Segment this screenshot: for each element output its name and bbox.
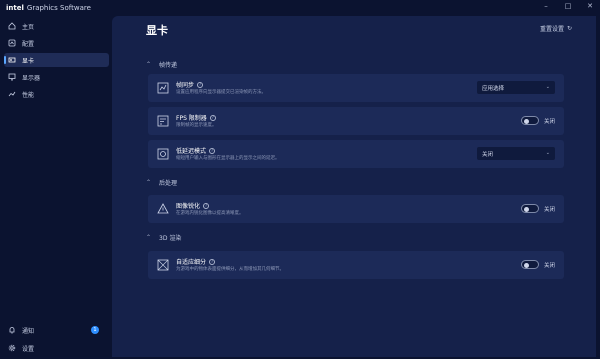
setting-card-frame-sync: 帧同步? 设置应用程序向显示器提交已渲染帧的方法。 应用选择 ⌄ bbox=[148, 74, 564, 102]
frame-sync-select[interactable]: 应用选择 ⌄ bbox=[477, 81, 555, 94]
chevron-up-icon: ⌃ bbox=[146, 179, 152, 186]
setting-description: 限制帧的显示速度。 bbox=[176, 123, 217, 128]
tessellation-icon bbox=[157, 259, 169, 271]
sidebar-item-label: 设置 bbox=[22, 345, 35, 353]
toggle-state-label: 关闭 bbox=[543, 206, 555, 213]
sidebar-item-label: 显示器 bbox=[22, 74, 41, 82]
select-value: 应用选择 bbox=[482, 85, 505, 92]
help-icon[interactable]: ? bbox=[197, 81, 204, 88]
app-brand: intel bbox=[6, 4, 24, 12]
sidebar-item-label: 显卡 bbox=[22, 57, 35, 65]
home-icon bbox=[8, 22, 16, 30]
chart-icon bbox=[8, 90, 16, 98]
title-bar: intel Graphics Software – □ ✕ bbox=[0, 0, 600, 16]
toggle-state-label: 关闭 bbox=[543, 118, 555, 125]
minimize-button[interactable]: – bbox=[540, 2, 552, 10]
setting-title: 低延迟模式 bbox=[176, 148, 207, 155]
sidebar-item-label: 配置 bbox=[22, 40, 35, 48]
sharpening-icon bbox=[157, 203, 169, 215]
fps-limiter-icon bbox=[157, 115, 169, 127]
sidebar: 主页 配置 显卡 显示器 性能 通知 1 设置 bbox=[0, 16, 112, 359]
gpu-icon bbox=[8, 56, 16, 64]
notification-badge: 1 bbox=[91, 326, 99, 334]
sidebar-item-label: 主页 bbox=[22, 23, 35, 31]
gear-icon bbox=[8, 344, 16, 352]
low-latency-icon bbox=[157, 148, 169, 160]
sidebar-item-settings[interactable]: 设置 bbox=[4, 341, 109, 355]
low-latency-select[interactable]: 关闭 ⌄ bbox=[477, 147, 555, 160]
image-sharpening-toggle[interactable] bbox=[520, 204, 539, 213]
frame-sync-icon bbox=[157, 82, 169, 94]
sidebar-item-label: 性能 bbox=[22, 91, 35, 99]
main-panel: 显卡 重置设置 ↻ ⌃ 帧传递 帧同步? 设置应用程序向显示器提交已渲染帧的方法… bbox=[112, 16, 596, 357]
help-icon[interactable]: ? bbox=[209, 114, 216, 121]
sidebar-item-graphics[interactable]: 显卡 bbox=[4, 53, 109, 67]
setting-card-fps-limiter: FPS 限制器? 限制帧的显示速度。 关闭 bbox=[148, 107, 564, 135]
setting-card-low-latency: 低延迟模式? 缩短用户输入与图形在显示器上的显示之间的延迟。 关闭 ⌄ bbox=[148, 140, 564, 168]
adaptive-tessellation-toggle-group: 关闭 bbox=[520, 260, 555, 269]
window-controls: – □ ✕ bbox=[540, 2, 596, 10]
help-icon[interactable]: ? bbox=[209, 258, 216, 265]
sidebar-item-home[interactable]: 主页 bbox=[4, 19, 109, 33]
close-button[interactable]: ✕ bbox=[584, 2, 596, 10]
chevron-up-icon: ⌃ bbox=[146, 234, 152, 241]
fps-limiter-toggle-group: 关闭 bbox=[520, 116, 555, 125]
select-value: 关闭 bbox=[482, 151, 494, 158]
reset-label: 重置设置 bbox=[539, 26, 564, 33]
toggle-state-label: 关闭 bbox=[543, 262, 555, 269]
reset-settings-button[interactable]: 重置设置 ↻ bbox=[540, 24, 572, 33]
image-sharpening-toggle-group: 关闭 bbox=[520, 204, 555, 213]
section-label: 后处理 bbox=[159, 180, 178, 187]
sidebar-item-display[interactable]: 显示器 bbox=[4, 70, 109, 84]
setting-description: 设置应用程序向显示器提交已渲染帧的方法。 bbox=[176, 90, 266, 95]
setting-description: 缩短用户输入与图形在显示器上的显示之间的延迟。 bbox=[176, 156, 280, 161]
section-post-processing[interactable]: ⌃ 后处理 bbox=[146, 178, 177, 187]
help-icon[interactable]: ? bbox=[209, 147, 216, 154]
help-icon[interactable]: ? bbox=[203, 202, 210, 209]
chevron-up-icon: ⌃ bbox=[146, 61, 152, 68]
sidebar-item-profiles[interactable]: 配置 bbox=[4, 36, 109, 50]
setting-card-adaptive-tessellation: 自适应细分? 为游戏中的物体表面提供细分，从而增加其几何细节。 关闭 bbox=[148, 251, 564, 279]
app-title: Graphics Software bbox=[26, 4, 91, 12]
sidebar-item-label: 通知 bbox=[22, 327, 35, 335]
monitor-icon bbox=[8, 73, 16, 81]
bell-icon bbox=[8, 326, 16, 334]
section-label: 帧传递 bbox=[159, 62, 178, 69]
setting-title: 帧同步 bbox=[176, 82, 195, 89]
chevron-down-icon: ⌄ bbox=[545, 150, 550, 156]
sidebar-item-performance[interactable]: 性能 bbox=[4, 87, 109, 101]
section-frame-delivery[interactable]: ⌃ 帧传递 bbox=[146, 60, 177, 69]
setting-description: 为游戏中的物体表面提供细分，从而增加其几何细节。 bbox=[176, 267, 284, 272]
setting-description: 在游戏内锐化图像以提高清晰度。 bbox=[176, 211, 244, 216]
page-title: 显卡 bbox=[146, 24, 168, 37]
reset-icon: ↻ bbox=[566, 25, 572, 32]
section-label: 3D 渲染 bbox=[159, 235, 182, 242]
sidebar-item-notifications[interactable]: 通知 1 bbox=[4, 323, 109, 337]
adaptive-tessellation-toggle[interactable] bbox=[520, 260, 539, 269]
gauge-icon bbox=[8, 39, 16, 47]
setting-title: 自适应细分 bbox=[176, 259, 207, 266]
chevron-down-icon: ⌄ bbox=[545, 84, 550, 90]
fps-limiter-toggle[interactable] bbox=[520, 116, 539, 125]
setting-title: FPS 限制器 bbox=[176, 115, 207, 122]
setting-card-image-sharpening: 图像锐化? 在游戏内锐化图像以提高清晰度。 关闭 bbox=[148, 195, 564, 223]
setting-title: 图像锐化 bbox=[176, 203, 201, 210]
maximize-button[interactable]: □ bbox=[562, 2, 574, 10]
section-3d-rendering[interactable]: ⌃ 3D 渲染 bbox=[146, 233, 181, 242]
